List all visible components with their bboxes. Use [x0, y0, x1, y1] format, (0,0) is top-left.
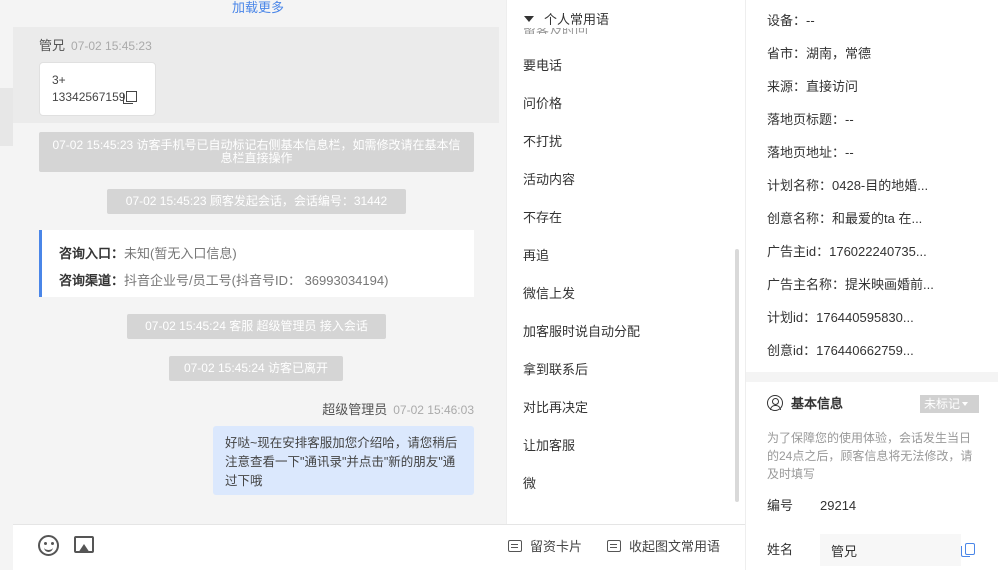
caret-down-icon [962, 402, 969, 406]
card-line-1: 3+ [52, 73, 66, 87]
visitor-name: 管兄 [39, 38, 66, 53]
consult-channel-value: 抖音企业号/员工号(抖音号ID： 36993034194) [124, 273, 389, 288]
basic-info-title: 基本信息 [767, 395, 843, 412]
info-landing-title: 落地页标题：-- [767, 112, 854, 127]
phrase-item-cut: 留客及时回 [523, 28, 588, 34]
phrase-item[interactable]: 加客服时说自动分配 [523, 324, 640, 340]
phrase-item[interactable]: 让加客服 [523, 438, 575, 454]
edit-notice: 为了保障您的使用体验，会话发生当日的24点之后，顾客信息将无法修改，请及时填写 [767, 431, 973, 481]
phrase-item[interactable]: 微信上发 [523, 286, 575, 302]
info-plan-name: 计划名称：0428-目的地婚... [767, 178, 929, 193]
phrase-item[interactable]: 对比再决定 [523, 400, 588, 416]
phrases-panel: 留客及时回 个人常用语 要电话 问价格 不打扰 活动内容 不存在 再追 微信上发… [506, 0, 745, 524]
basic-info-label: 基本信息 [791, 396, 844, 411]
section-divider [746, 372, 998, 382]
phrase-item[interactable]: 不打扰 [523, 134, 562, 150]
info-advertiser-name: 广告主名称：提米映画婚前... [767, 277, 934, 292]
caret-down-icon [524, 16, 534, 22]
agent-message-bubble: 好哒~现在安排客服加您介绍哈，请您稍后注意查看一下"通讯录"并点击"新的朋友"通… [213, 426, 474, 495]
leave-card-label: 留资卡片 [530, 539, 583, 554]
phrase-item[interactable]: 再追 [523, 248, 549, 264]
copy-icon[interactable] [123, 91, 138, 104]
consult-channel-label: 咨询渠道： [59, 273, 125, 288]
number-label: 编号 [767, 498, 794, 513]
smile-icon[interactable] [38, 535, 59, 556]
info-landing-url: 落地页地址：-- [767, 145, 854, 160]
collapse-phrases-button[interactable]: 收起图文常用语 [607, 539, 720, 555]
info-creative-id: 创意id：176440662759... [767, 343, 914, 358]
phone-card-bubble: 3+ 13342567159 [39, 62, 156, 116]
info-source: 来源：直接访问 [767, 79, 859, 94]
consult-entry-label: 咨询入口： [59, 246, 125, 261]
input-toolbar: 留资卡片 收起图文常用语 [13, 524, 745, 570]
collapse-phrases-label: 收起图文常用语 [629, 539, 721, 554]
info-device: 设备：-- [767, 13, 815, 28]
phrase-item[interactable]: 微 [523, 476, 536, 492]
phrases-scrollbar[interactable] [735, 249, 739, 502]
number-value: 29214 [820, 498, 857, 513]
customer-info-panel: 设备：-- 省市：湖南，常德 来源：直接访问 落地页标题：-- 落地页地址：--… [745, 0, 998, 570]
visitor-time: 07-02 15:45:23 [71, 39, 152, 53]
agent-time: 07-02 15:46:03 [393, 403, 474, 417]
chat-panel: 加载更多 管兄 07-02 15:45:23 3+ 13342567159 07-… [0, 0, 506, 570]
phrase-item[interactable]: 要电话 [523, 58, 562, 74]
agent-header: 超级管理员 07-02 15:46:03 [322, 402, 474, 418]
system-message: 07-02 15:45:24 访客已离开 [169, 356, 343, 381]
info-creative-name: 创意名称：和最爱的ta 在... [767, 211, 923, 226]
info-advertiser-id: 广告主id：176022240735... [767, 244, 927, 259]
info-plan-id: 计划id：176440595830... [767, 310, 914, 325]
system-message: 07-02 15:45:23 顾客发起会话，会话编号：31442 [107, 189, 406, 214]
visitor-header: 管兄 07-02 15:45:23 [39, 38, 152, 54]
name-label: 姓名 [767, 542, 794, 557]
image-icon[interactable] [74, 536, 94, 553]
phrase-item[interactable]: 活动内容 [523, 172, 575, 188]
phrases-group-header[interactable]: 个人常用语 [524, 12, 614, 28]
mark-label: 未标记 [924, 397, 961, 411]
copy-icon[interactable] [961, 543, 975, 557]
leave-card-button[interactable]: 留资卡片 [508, 539, 582, 555]
left-edge-tab [0, 88, 13, 146]
mark-dropdown[interactable]: 未标记 [920, 395, 979, 413]
phrase-icon [607, 540, 621, 552]
phrase-item[interactable]: 问价格 [523, 96, 562, 112]
info-region: 省市：湖南，常德 [767, 46, 872, 61]
card-phone: 13342567159 [52, 90, 126, 104]
system-message: 07-02 15:45:24 客服 超级管理员 接入会话 [127, 314, 386, 339]
user-icon [767, 395, 783, 411]
phrase-item[interactable]: 拿到联系后 [523, 362, 588, 378]
load-more-link[interactable]: 加载更多 [0, 0, 516, 16]
consult-entry-value: 未知(暂无入口信息) [124, 246, 237, 261]
consult-info-card: 咨询入口：未知(暂无入口信息) 咨询渠道：抖音企业号/员工号(抖音号ID： 36… [39, 230, 474, 297]
agent-name: 超级管理员 [322, 402, 388, 417]
system-message: 07-02 15:45:23 访客手机号已自动标记右侧基本信息栏，如需修改请在基… [39, 132, 474, 172]
name-input[interactable] [820, 534, 961, 566]
phrases-title: 个人常用语 [544, 12, 610, 27]
card-icon [508, 540, 522, 552]
phrase-item[interactable]: 不存在 [523, 210, 562, 226]
